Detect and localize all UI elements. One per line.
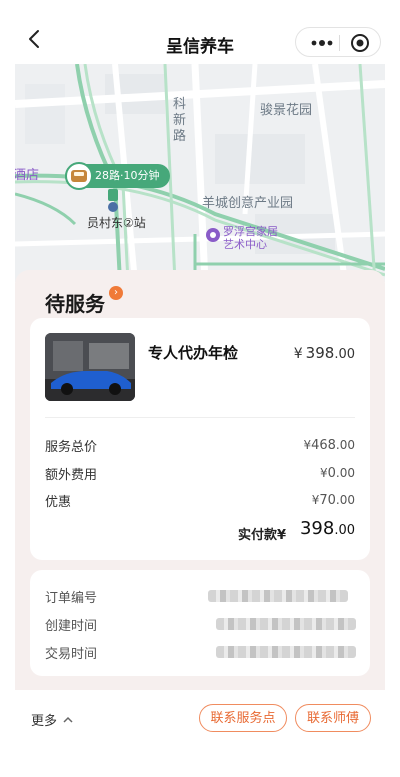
paid-value: 398.00 xyxy=(299,518,355,539)
bus-icon xyxy=(65,162,93,190)
more-dots-icon[interactable] xyxy=(308,28,336,58)
fee-label-extra: 额外费用 xyxy=(45,468,98,483)
fee-value-discount: ¥70.00 xyxy=(311,493,355,508)
map-label-hotel: 酒店 xyxy=(15,168,40,183)
mini-program-capsule xyxy=(295,27,381,57)
service-name: 专人代办年检 xyxy=(148,344,239,362)
info-label-created: 创建时间 xyxy=(45,619,98,634)
contact-store-button[interactable]: 联系服务点 xyxy=(199,704,287,732)
close-target-icon[interactable] xyxy=(350,33,370,53)
chevron-right-icon[interactable]: › xyxy=(109,286,123,300)
divider xyxy=(45,417,355,418)
redacted-trade-time xyxy=(216,646,356,658)
bottom-action-bar: 更多 联系服务点 联系师傅 xyxy=(0,690,400,777)
map-label-luofu-2: 艺术中心 xyxy=(223,238,267,251)
order-panel: 待服务 › 专人代办年检 ¥398.00 服务总价 ¥468.00 额外费用 ¥… xyxy=(15,270,385,690)
fee-label-discount: 优惠 xyxy=(45,495,72,510)
fee-value-extra: ¥0.00 xyxy=(319,466,355,481)
redacted-order-no xyxy=(208,590,348,602)
more-toggle[interactable]: 更多 xyxy=(31,710,57,729)
chevron-up-icon[interactable] xyxy=(62,715,74,725)
location-map[interactable]: 科新路 骏景花园 酒店 羊城创意产业园 员村东②站 罗浮宫家居 艺术中心 28路… xyxy=(15,64,385,282)
info-label-trade: 交易时间 xyxy=(45,647,98,662)
map-label-road: 科新路 xyxy=(173,97,187,144)
redacted-created-time xyxy=(216,618,356,630)
order-status: 待服务 xyxy=(45,292,105,316)
capsule-divider xyxy=(339,35,340,51)
service-price: ¥398.00 xyxy=(293,344,355,362)
service-card: 专人代办年检 ¥398.00 服务总价 ¥468.00 额外费用 ¥0.00 优… xyxy=(30,318,370,560)
fee-label-total: 服务总价 xyxy=(45,440,98,455)
paid-label: 实付款¥ xyxy=(237,528,286,543)
fee-value-total: ¥468.00 xyxy=(303,438,355,453)
nav-bar: 呈信养车 xyxy=(0,0,400,64)
map-label-yangcheng: 羊城创意产业园 xyxy=(202,196,294,211)
order-info-card: 订单编号 创建时间 交易时间 xyxy=(30,570,370,676)
map-label-junjing: 骏景花园 xyxy=(260,103,313,118)
contact-technician-button[interactable]: 联系师傅 xyxy=(295,704,371,732)
info-label-order-no: 订单编号 xyxy=(45,591,98,606)
service-thumbnail xyxy=(45,333,135,401)
map-label-station: 员村东②站 xyxy=(87,216,146,230)
